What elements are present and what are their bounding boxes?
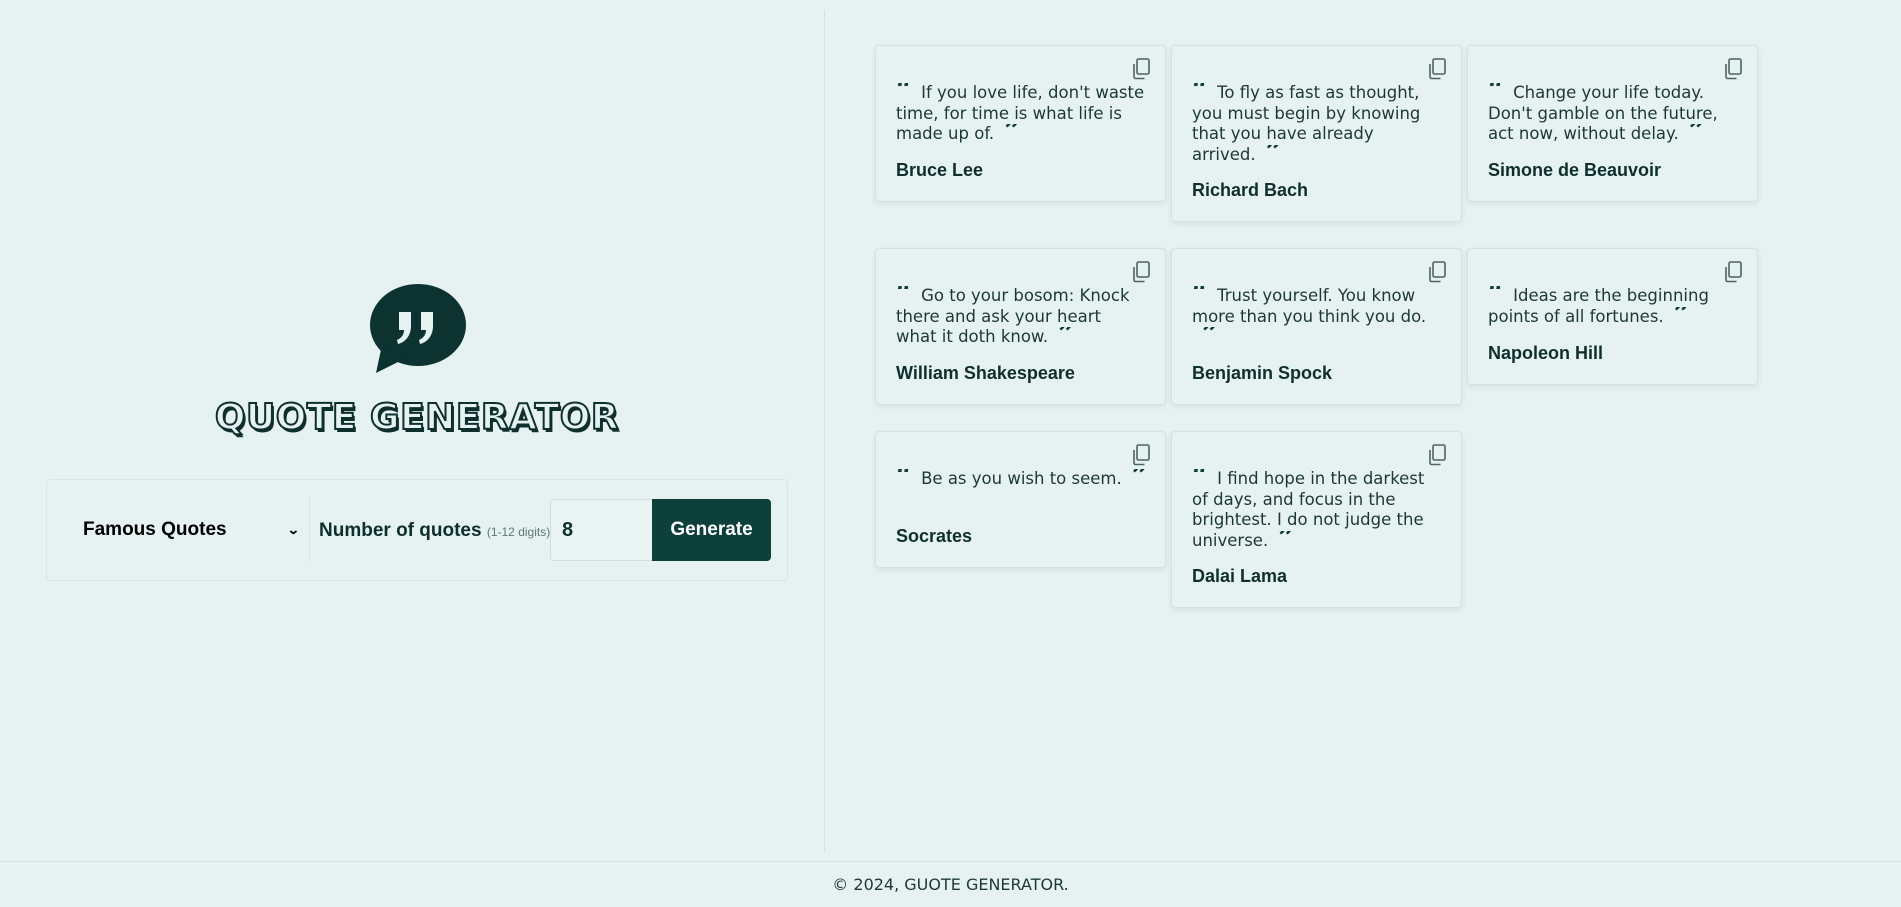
quote-body: Change your life today. Don't gamble on … (1488, 83, 1718, 143)
speech-bubble-quote-icon (370, 284, 466, 373)
copy-icon[interactable] (1131, 444, 1151, 466)
open-quote-icon: “ (1488, 83, 1501, 99)
quote-card: “Ideas are the beginning points of all f… (1467, 248, 1758, 385)
quote-author: Napoleon Hill (1488, 343, 1604, 363)
footer: © 2024, GUOTE GENERATOR. (0, 861, 1901, 907)
category-select[interactable]: Famous Quotes ⌄ (75, 502, 305, 558)
copy-icon[interactable] (1723, 261, 1743, 283)
count-label-text: Number of quotes (319, 520, 482, 541)
quote-count-input[interactable] (550, 499, 652, 561)
quote-body: Go to your bosom: Knock there and ask yo… (896, 286, 1130, 346)
close-quote-icon: ” (1058, 327, 1071, 343)
open-quote-icon: “ (1192, 469, 1205, 485)
copy-icon[interactable] (1131, 58, 1151, 80)
quote-author: Dalai Lama (1192, 566, 1288, 586)
quote-author: Simone de Beauvoir (1488, 160, 1662, 180)
quote-author: Richard Bach (1192, 180, 1309, 200)
open-quote-icon: “ (896, 469, 909, 485)
copy-icon[interactable] (1427, 444, 1447, 466)
close-quote-icon: ” (1278, 531, 1291, 547)
quote-author: Benjamin Spock (1192, 363, 1333, 383)
count-hint: (1-12 digits) (486, 525, 551, 539)
quote-card: “Change your life today. Don't gamble on… (1467, 45, 1758, 202)
quote-card: “I find hope in the darkest of days, and… (1171, 431, 1462, 608)
open-quote-icon: “ (1488, 286, 1501, 302)
generator-panel: QUOTE GENERATOR Famous Quotes ⌄ Number o… (0, 0, 824, 861)
quote-card: “Trust yourself. You know more than you … (1171, 248, 1462, 405)
quote-text: “If you love life, don't waste time, for… (896, 83, 1145, 145)
chevron-down-icon: ⌄ (287, 522, 301, 537)
close-quote-icon: ” (1202, 327, 1215, 343)
quote-text: “Change your life today. Don't gamble on… (1488, 83, 1737, 145)
quote-body: Be as you wish to seem. (921, 469, 1122, 488)
footer-text: © 2024, GUOTE GENERATOR. (832, 875, 1069, 894)
quote-body: To fly as fast as thought, you must begi… (1192, 83, 1421, 164)
count-label: Number of quotes (1-12 digits) (319, 520, 550, 542)
close-quote-icon: ” (1674, 307, 1687, 323)
quote-text: “Go to your bosom: Knock there and ask y… (896, 286, 1145, 348)
quote-card: “Go to your bosom: Knock there and ask y… (875, 248, 1166, 405)
quote-body: I find hope in the darkest of days, and … (1192, 469, 1425, 550)
quote-body: Trust yourself. You know more than you t… (1192, 286, 1427, 326)
quote-text: “I find hope in the darkest of days, and… (1192, 469, 1441, 551)
category-select-value: Famous Quotes (83, 519, 227, 540)
open-quote-icon: “ (896, 286, 909, 302)
quote-author: Socrates (896, 526, 973, 546)
quote-text: “Ideas are the beginning points of all f… (1488, 286, 1737, 327)
close-quote-icon: ” (1004, 124, 1017, 140)
quote-author: William Shakespeare (896, 363, 1075, 383)
quote-text: “ Be as you wish to seem. ” (896, 469, 1145, 490)
quote-text: “Trust yourself. You know more than you … (1192, 286, 1441, 348)
copy-icon[interactable] (1427, 261, 1447, 283)
quote-card: “ Be as you wish to seem. ” Socrates (875, 431, 1166, 568)
app-title: QUOTE GENERATOR (214, 397, 620, 438)
generator-controls: Famous Quotes ⌄ Number of quotes (1-12 d… (46, 479, 788, 581)
open-quote-icon: “ (1192, 83, 1205, 99)
close-quote-icon: ” (1266, 145, 1279, 161)
quote-text: “To fly as fast as thought, you must beg… (1192, 83, 1441, 165)
open-quote-icon: “ (896, 83, 909, 99)
page: QUOTE GENERATOR Famous Quotes ⌄ Number o… (0, 0, 1901, 907)
generate-button[interactable]: Generate (652, 499, 771, 561)
quote-author: Bruce Lee (896, 160, 984, 180)
open-quote-icon: “ (1192, 286, 1205, 302)
controls-divider (309, 498, 310, 562)
copy-icon[interactable] (1427, 58, 1447, 80)
panel-divider (824, 10, 825, 853)
copy-icon[interactable] (1131, 261, 1151, 283)
copy-icon[interactable] (1723, 58, 1743, 80)
close-quote-icon: ” (1689, 124, 1702, 140)
close-quote-icon: ” (1132, 469, 1145, 485)
quote-body: If you love life, don't waste time, for … (896, 83, 1145, 143)
quote-card: “To fly as fast as thought, you must beg… (1171, 45, 1462, 222)
quote-card: “If you love life, don't waste time, for… (875, 45, 1166, 202)
